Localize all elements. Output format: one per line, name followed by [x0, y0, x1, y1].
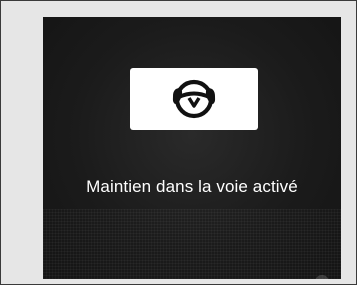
corner-decoration	[315, 275, 329, 279]
lane-keeping-status-text: Maintien dans la voie activé	[86, 177, 298, 196]
lane-keeping-indicator	[130, 68, 258, 130]
display-screen: Maintien dans la voie activé	[43, 17, 341, 279]
steering-wheel-hands-on-icon	[172, 79, 216, 119]
figure-frame: Maintien dans la voie activé	[0, 0, 357, 285]
